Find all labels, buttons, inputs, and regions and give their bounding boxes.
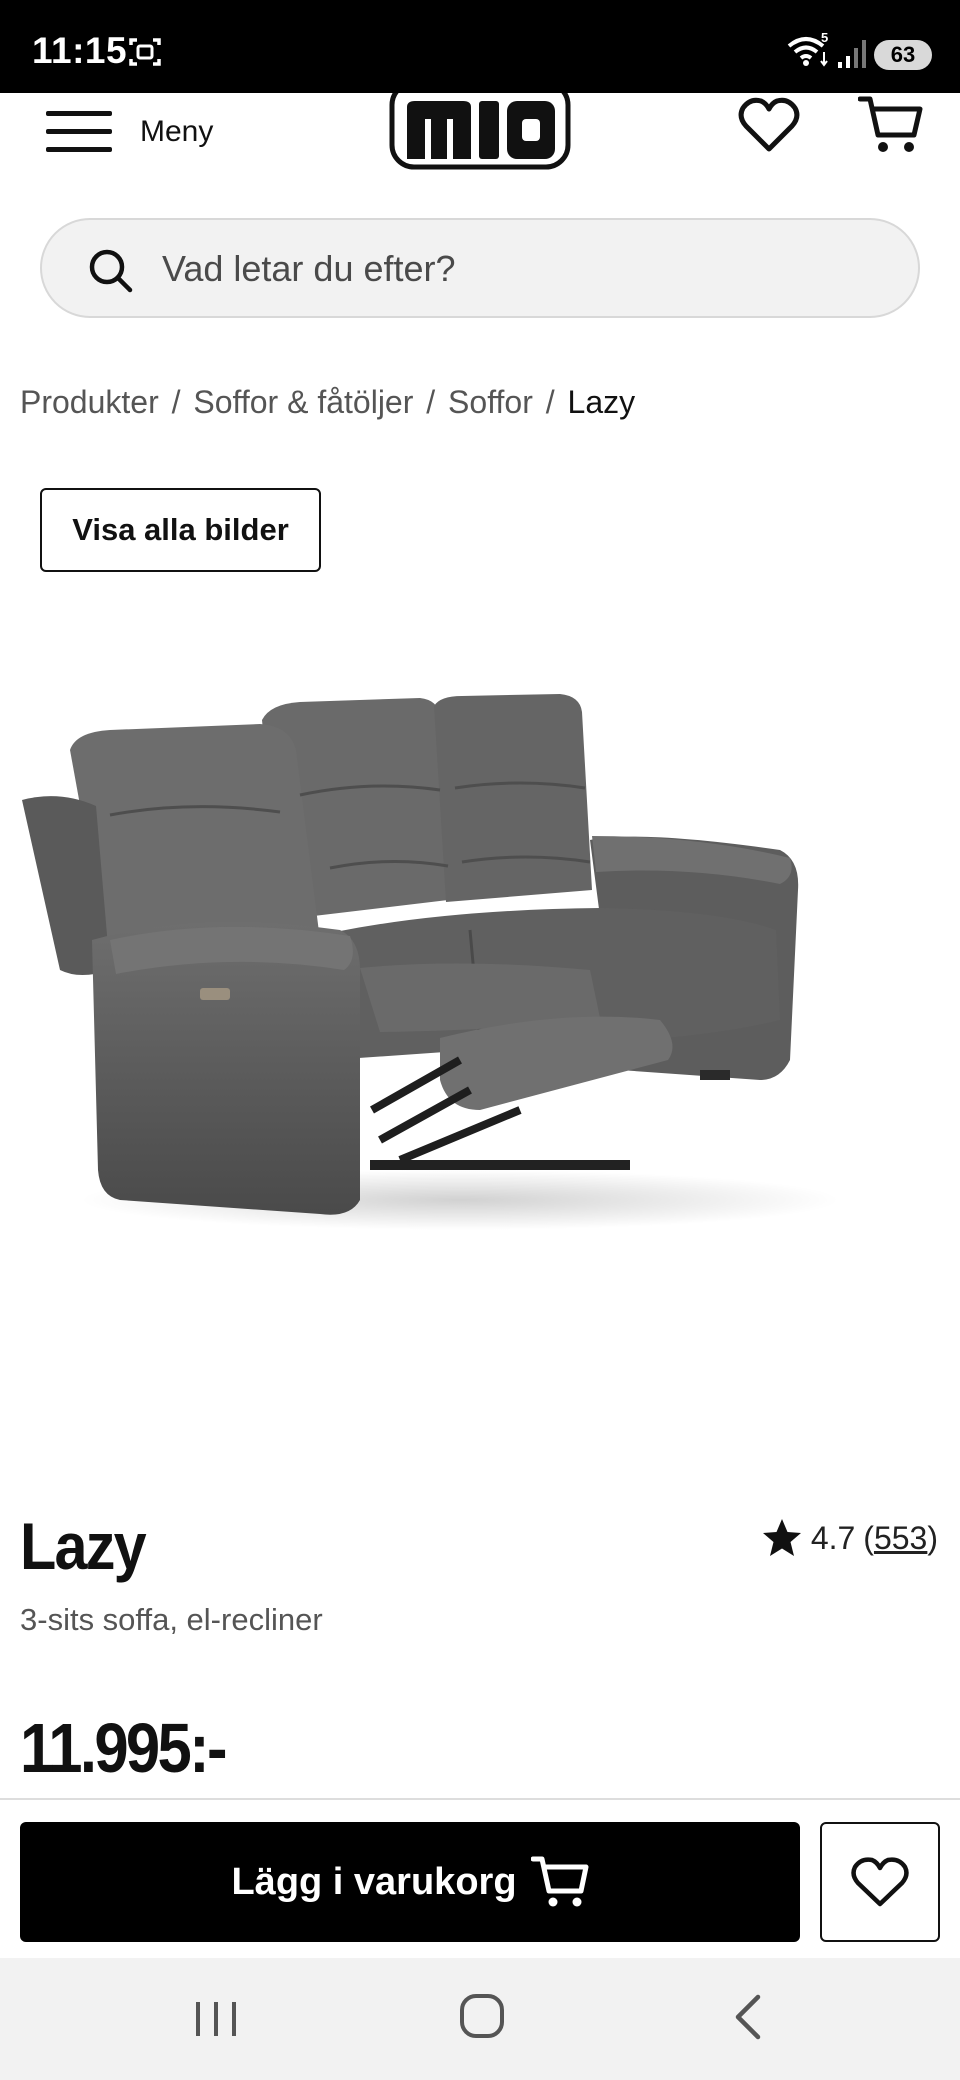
breadcrumb: Produkter / Soffor & fåtöljer / Soffor /… <box>20 384 635 421</box>
show-all-images-button[interactable]: Visa alla bilder <box>40 488 321 572</box>
wifi-icon: 5 <box>787 30 828 67</box>
home-icon[interactable] <box>458 1992 506 2040</box>
add-to-cart-label: Lägg i varukorg <box>231 1860 517 1903</box>
back-icon[interactable] <box>728 1992 768 2042</box>
screenshot-icon <box>129 38 161 66</box>
product-image[interactable] <box>0 640 960 1260</box>
hamburger-menu-icon <box>46 111 112 152</box>
site-header: Meny <box>0 93 960 173</box>
menu-button[interactable]: Meny <box>46 107 213 157</box>
breadcrumb-separator: / <box>545 384 555 420</box>
search-icon <box>89 249 133 293</box>
review-count-link[interactable]: 553 <box>874 1520 927 1557</box>
breadcrumb-item-soffor[interactable]: Soffor <box>448 384 533 420</box>
battery-icon: 63 <box>874 40 932 70</box>
product-rating[interactable]: 4.7 ( 553 ) <box>761 1516 938 1560</box>
product-title: Lazy <box>20 1509 147 1583</box>
cart-icon[interactable] <box>858 93 924 157</box>
rating-paren-open: ( <box>863 1519 874 1556</box>
mio-logo[interactable] <box>389 93 571 171</box>
add-to-cart-button[interactable]: Lägg i varukorg <box>20 1822 800 1942</box>
product-price: 11.995:- <box>20 1709 228 1787</box>
status-bar: 11:15 5 63 <box>0 0 960 93</box>
breadcrumb-separator: / <box>426 384 436 420</box>
search-bar[interactable] <box>40 218 920 318</box>
breadcrumb-current: Lazy <box>567 384 636 420</box>
heart-icon[interactable] <box>738 95 800 157</box>
breadcrumb-separator: / <box>171 384 181 420</box>
product-subtitle: 3-sits soffa, el-recliner <box>20 1602 323 1637</box>
breadcrumb-item-produkter[interactable]: Produkter <box>20 384 159 420</box>
signal-icon <box>838 40 866 68</box>
system-nav-bar <box>0 1958 960 2080</box>
rating-paren-close: ) <box>927 1519 938 1556</box>
breadcrumb-item-soffor-fatoljer[interactable]: Soffor & fåtöljer <box>193 384 413 420</box>
rating-value: 4.7 <box>810 1519 856 1556</box>
add-to-wishlist-button[interactable] <box>820 1822 940 1942</box>
svg-text:5: 5 <box>821 30 828 45</box>
search-input[interactable] <box>162 240 882 298</box>
bottom-action-bar: Lägg i varukorg <box>0 1798 960 1958</box>
heart-icon <box>851 1857 909 1907</box>
star-icon <box>762 1519 801 1556</box>
status-time: 11:15 <box>32 30 128 71</box>
menu-label: Meny <box>140 115 214 148</box>
recent-apps-icon[interactable] <box>192 1994 240 2042</box>
cart-icon <box>530 1856 589 1907</box>
